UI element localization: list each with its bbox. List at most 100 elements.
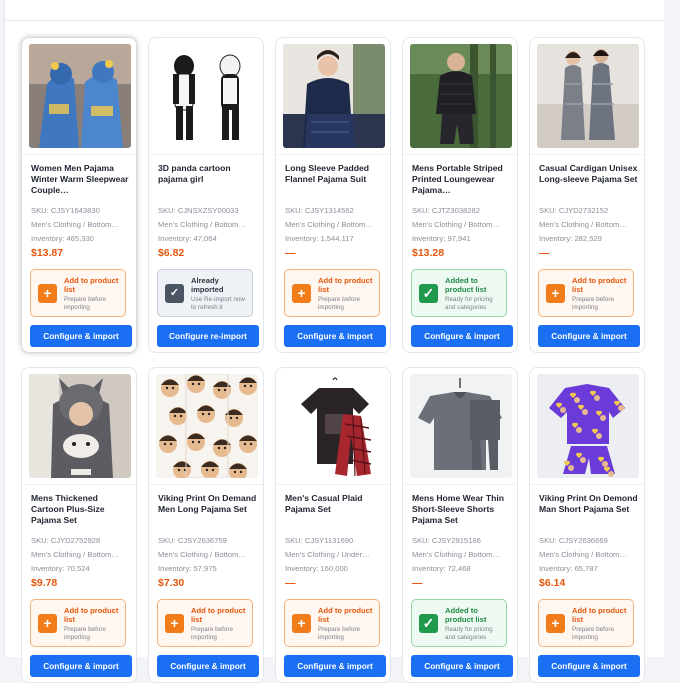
product-list-status[interactable]: ✓ Added to product list Ready for pricin… bbox=[411, 599, 507, 647]
check-icon: ✓ bbox=[419, 284, 438, 303]
product-title[interactable]: Viking Print On Demond Man Short Pajama … bbox=[539, 493, 638, 527]
product-image[interactable] bbox=[156, 374, 258, 478]
product-sku: SKU: CJSY2636759 bbox=[158, 536, 227, 545]
product-category: Men's Clothing / Bottom… bbox=[539, 550, 627, 559]
product-list-status[interactable]: + Add to product list Prepare before imp… bbox=[284, 599, 380, 647]
product-image[interactable] bbox=[537, 374, 639, 478]
product-list-status[interactable]: + Add to product list Prepare before imp… bbox=[30, 269, 126, 317]
product-inventory: Inventory: 282,529 bbox=[539, 234, 602, 243]
product-info: 3D panda cartoon pajama girl SKU: CJNSXZ… bbox=[149, 154, 263, 352]
product-title[interactable]: Long Sleeve Padded Flannel Pajama Suit bbox=[285, 163, 384, 197]
status-title: Add to product list bbox=[191, 606, 246, 624]
product-sku: SKU: CJNSXZSY00033 bbox=[158, 206, 239, 215]
configure-import-button[interactable]: Configure & import bbox=[411, 655, 513, 677]
product-inventory: Inventory: 57,975 bbox=[158, 564, 217, 573]
product-sku: SKU: CJYD2752928 bbox=[31, 536, 101, 545]
plus-icon: + bbox=[292, 614, 311, 633]
product-info: Mens Thickened Cartoon Plus-Size Pajama … bbox=[22, 484, 136, 682]
product-title[interactable]: Men's Casual Plaid Pajama Set bbox=[285, 493, 384, 527]
product-list-status[interactable]: + Add to product list Prepare before imp… bbox=[157, 599, 253, 647]
product-list-status[interactable]: ✓ Already imported Use Re-import now to … bbox=[157, 269, 253, 317]
product-price: — bbox=[412, 577, 423, 589]
product-title[interactable]: 3D panda cartoon pajama girl bbox=[158, 163, 257, 197]
plus-icon: + bbox=[38, 614, 57, 633]
status-subtitle: Prepare before importing bbox=[191, 626, 234, 641]
product-card[interactable]: Women Men Pajama Winter Warm Sleepwear C… bbox=[21, 37, 137, 353]
product-inventory: Inventory: 465,330 bbox=[31, 234, 94, 243]
status-title: Add to product list bbox=[318, 276, 373, 294]
product-sku: SKU: CJSY2915186 bbox=[412, 536, 481, 545]
product-inventory: Inventory: 65,787 bbox=[539, 564, 598, 573]
product-card[interactable]: Viking Print On Demand Men Long Pajama S… bbox=[148, 367, 264, 683]
product-title[interactable]: Mens Thickened Cartoon Plus-Size Pajama … bbox=[31, 493, 130, 527]
product-card[interactable]: Viking Print On Demond Man Short Pajama … bbox=[529, 367, 645, 683]
status-title: Add to product list bbox=[318, 606, 373, 624]
plus-icon: + bbox=[165, 614, 184, 633]
product-list-status[interactable]: ✓ Added to product list Ready for pricin… bbox=[411, 269, 507, 317]
configure-import-button[interactable]: Configure & import bbox=[538, 325, 640, 347]
status-subtitle: Prepare before importing bbox=[572, 626, 615, 641]
product-price: $9.78 bbox=[31, 577, 58, 589]
product-image[interactable] bbox=[29, 44, 131, 148]
product-price: $7.30 bbox=[158, 577, 185, 589]
product-card[interactable]: Mens Home Wear Thin Short-Sleeve Shorts … bbox=[402, 367, 518, 683]
product-card[interactable]: Men's Casual Plaid Pajama Set SKU: CJSY1… bbox=[275, 367, 391, 683]
product-price: — bbox=[285, 577, 296, 589]
product-category: Men's Clothing / Under… bbox=[285, 550, 370, 559]
status-subtitle: Use Re-import now to refresh it bbox=[191, 296, 245, 311]
product-card[interactable]: Long Sleeve Padded Flannel Pajama Suit S… bbox=[275, 37, 391, 353]
product-card[interactable]: Casual Cardigan Unisex Long-sleeve Pajam… bbox=[529, 37, 645, 353]
status-title: Add to product list bbox=[64, 276, 119, 294]
product-list-status[interactable]: + Add to product list Prepare before imp… bbox=[30, 599, 126, 647]
configure-import-button[interactable]: Configure & import bbox=[284, 325, 386, 347]
status-subtitle: Ready for pricing and categories bbox=[445, 296, 493, 311]
configure-import-button[interactable]: Configure & import bbox=[30, 325, 132, 347]
product-image[interactable] bbox=[283, 374, 385, 478]
check-icon: ✓ bbox=[165, 284, 184, 303]
plus-icon: + bbox=[38, 284, 57, 303]
product-image[interactable] bbox=[410, 44, 512, 148]
product-price: — bbox=[539, 247, 550, 259]
product-info: Mens Home Wear Thin Short-Sleeve Shorts … bbox=[403, 484, 517, 682]
product-image[interactable] bbox=[410, 374, 512, 478]
product-image[interactable] bbox=[29, 374, 131, 478]
configure-import-button[interactable]: Configure & import bbox=[157, 655, 259, 677]
status-subtitle: Prepare before importing bbox=[572, 296, 615, 311]
product-category: Men's Clothing / Bottom… bbox=[285, 220, 373, 229]
product-image[interactable] bbox=[283, 44, 385, 148]
scroll-gutter bbox=[664, 0, 680, 657]
product-category: Men's Clothing / Bottom… bbox=[31, 220, 119, 229]
product-price: $13.87 bbox=[31, 247, 64, 259]
product-sku: SKU: CJTZ3038282 bbox=[412, 206, 480, 215]
product-title[interactable]: Mens Home Wear Thin Short-Sleeve Shorts … bbox=[412, 493, 511, 527]
status-subtitle: Ready for pricing and categories bbox=[445, 626, 493, 641]
product-inventory: Inventory: 1,544,117 bbox=[285, 234, 354, 243]
product-image[interactable] bbox=[156, 44, 258, 148]
product-list-status[interactable]: + Add to product list Prepare before imp… bbox=[538, 269, 634, 317]
check-icon: ✓ bbox=[419, 614, 438, 633]
status-title: Already imported bbox=[191, 276, 224, 294]
configure-import-button[interactable]: Configure & import bbox=[411, 325, 513, 347]
configure-import-button[interactable]: Configure & import bbox=[284, 655, 386, 677]
product-title[interactable]: Casual Cardigan Unisex Long-sleeve Pajam… bbox=[539, 163, 638, 197]
configure-import-button[interactable]: Configure re-import bbox=[157, 325, 259, 347]
product-card[interactable]: Mens Thickened Cartoon Plus-Size Pajama … bbox=[21, 367, 137, 683]
product-title[interactable]: Mens Portable Striped Printed Loungewear… bbox=[412, 163, 511, 197]
configure-import-button[interactable]: Configure & import bbox=[538, 655, 640, 677]
status-subtitle: Prepare before importing bbox=[64, 626, 107, 641]
panel-header bbox=[5, 0, 665, 21]
status-title: Added to product list bbox=[445, 276, 487, 294]
status-subtitle: Prepare before importing bbox=[64, 296, 107, 311]
configure-import-button[interactable]: Configure & import bbox=[30, 655, 132, 677]
product-card[interactable]: 3D panda cartoon pajama girl SKU: CJNSXZ… bbox=[148, 37, 264, 353]
product-title[interactable]: Viking Print On Demand Men Long Pajama S… bbox=[158, 493, 257, 527]
product-price: $6.82 bbox=[158, 247, 185, 259]
product-title[interactable]: Women Men Pajama Winter Warm Sleepwear C… bbox=[31, 163, 130, 197]
plus-icon: + bbox=[546, 284, 565, 303]
product-image[interactable] bbox=[537, 44, 639, 148]
product-list-status[interactable]: + Add to product list Prepare before imp… bbox=[538, 599, 634, 647]
product-category: Men's Clothing / Bottom… bbox=[412, 550, 500, 559]
product-list-status[interactable]: + Add to product list Prepare before imp… bbox=[284, 269, 380, 317]
product-sku: SKU: CJYD2732152 bbox=[539, 206, 609, 215]
product-card[interactable]: Mens Portable Striped Printed Loungewear… bbox=[402, 37, 518, 353]
